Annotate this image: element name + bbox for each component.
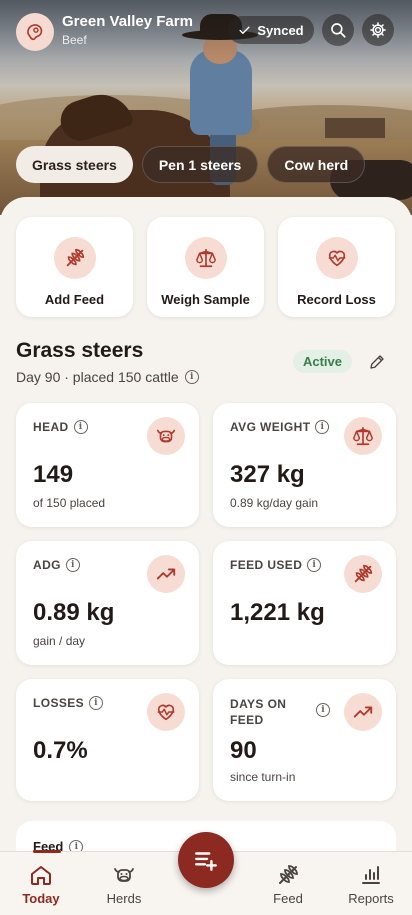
sync-status-label: Synced [257,22,304,38]
pencil-icon [370,355,384,369]
action-label: Add Feed [44,292,105,307]
info-icon[interactable]: i [307,558,322,572]
trending-up-icon [344,693,382,731]
tab-cow-herd[interactable]: Cow herd [267,146,366,183]
stat-label: LOSSES i [33,696,104,710]
check-icon [239,26,250,34]
stat-card-losses[interactable]: LOSSES i 0.7% [16,679,199,801]
cow-icon [111,862,137,888]
search-button[interactable] [322,14,354,46]
info-icon[interactable]: i [89,696,104,710]
farm-name: Green Valley Farm [62,13,193,30]
info-icon[interactable]: i [184,370,199,384]
heart-pulse-icon [147,693,185,731]
settings-button[interactable] [362,14,394,46]
nav-label: Feed [273,891,303,906]
info-icon[interactable]: i [73,420,88,434]
stat-label-text: LOSSES [33,696,85,710]
farm-type: Beef [62,33,87,47]
stat-label: DAYS ON FEED [230,697,287,727]
steak-icon [27,24,43,41]
add-entry-fab[interactable] [178,832,234,888]
stat-card-avg-weight[interactable]: AVG WEIGHT i 327 kg 0.89 kg/day gain [213,403,396,527]
stat-card-head[interactable]: HEAD i 149 of 150 placed [16,403,199,527]
bar-chart-icon [358,862,384,888]
record-loss-button[interactable]: Record Loss [278,217,395,317]
stat-note: gain / day [33,634,86,648]
herd-tabs: Grass steers Pen 1 steers Cow herd [16,146,366,183]
nav-label: Today [22,891,60,906]
stat-label-text: AVG WEIGHT [230,420,311,434]
wheat-icon [53,237,96,279]
stat-label: ADG i [33,558,80,572]
stat-value: 327 kg [230,461,305,488]
cow-icon [147,417,185,455]
stat-card-adg[interactable]: ADG i 0.89 kg gain / day [16,541,199,665]
stat-label: AVG WEIGHT i [230,420,330,434]
tab-pen-1-steers[interactable]: Pen 1 steers [141,146,259,183]
info-icon[interactable]: i [315,420,330,434]
stat-label-text: FEED USED [230,558,303,572]
home-icon [28,862,54,888]
sync-status-pill[interactable]: Synced [228,16,314,44]
stat-card-feed-used[interactable]: FEED USED i 1,221 kg [213,541,396,665]
add-list-icon [195,852,217,871]
info-icon[interactable]: i [316,703,330,717]
stat-value: 149 [33,461,74,488]
search-icon [331,23,346,38]
nav-label: Herds [106,891,142,906]
trending-up-icon [147,555,185,593]
edit-group-button[interactable] [366,351,388,373]
nav-active-indicator [33,850,61,853]
nav-reports[interactable]: Reports [336,852,406,915]
group-title: Grass steers [16,339,144,362]
hero-barn [325,118,385,138]
wheat-icon [344,555,382,593]
stat-note: of 150 placed [33,496,106,510]
farm-avatar[interactable] [16,13,54,51]
stat-note: since turn-in [230,770,296,784]
stat-value: 0.89 kg [33,599,115,626]
content-sheet: Add Feed Weigh Sample Record Loss Grass … [0,197,412,915]
scale-icon [184,237,227,279]
wheat-icon [275,862,301,888]
nav-feed[interactable]: Feed [253,852,323,915]
heart-pulse-icon [315,237,358,279]
stat-label: HEAD i [33,420,88,434]
stat-value: 1,221 kg [230,599,325,626]
stat-value: 90 [230,737,257,764]
tab-grass-steers[interactable]: Grass steers [16,146,133,183]
nav-label: Reports [348,891,394,906]
status-badge: Active [293,350,352,373]
stat-note: 0.89 kg/day gain [230,496,319,510]
add-feed-button[interactable]: Add Feed [16,217,133,317]
stat-label-text: HEAD [33,420,69,434]
action-label: Weigh Sample [161,292,250,307]
group-subtitle: Day 90 · placed 150 cattle i [16,369,199,385]
action-label: Record Loss [297,292,376,307]
nav-today[interactable]: Today [6,850,76,915]
stat-label-text: ADG [33,558,61,572]
info-icon[interactable]: i [65,558,80,572]
nav-herds[interactable]: Herds [89,852,159,915]
gear-icon [370,22,386,38]
scale-icon [344,417,382,455]
stat-card-days-on-feed[interactable]: DAYS ON FEED i 90 since turn-in [213,679,396,801]
stat-value: 0.7% [33,737,88,764]
stat-label: FEED USED i [230,558,322,572]
weigh-sample-button[interactable]: Weigh Sample [147,217,264,317]
group-subtitle-text: Day 90 · placed 150 cattle [16,369,179,385]
